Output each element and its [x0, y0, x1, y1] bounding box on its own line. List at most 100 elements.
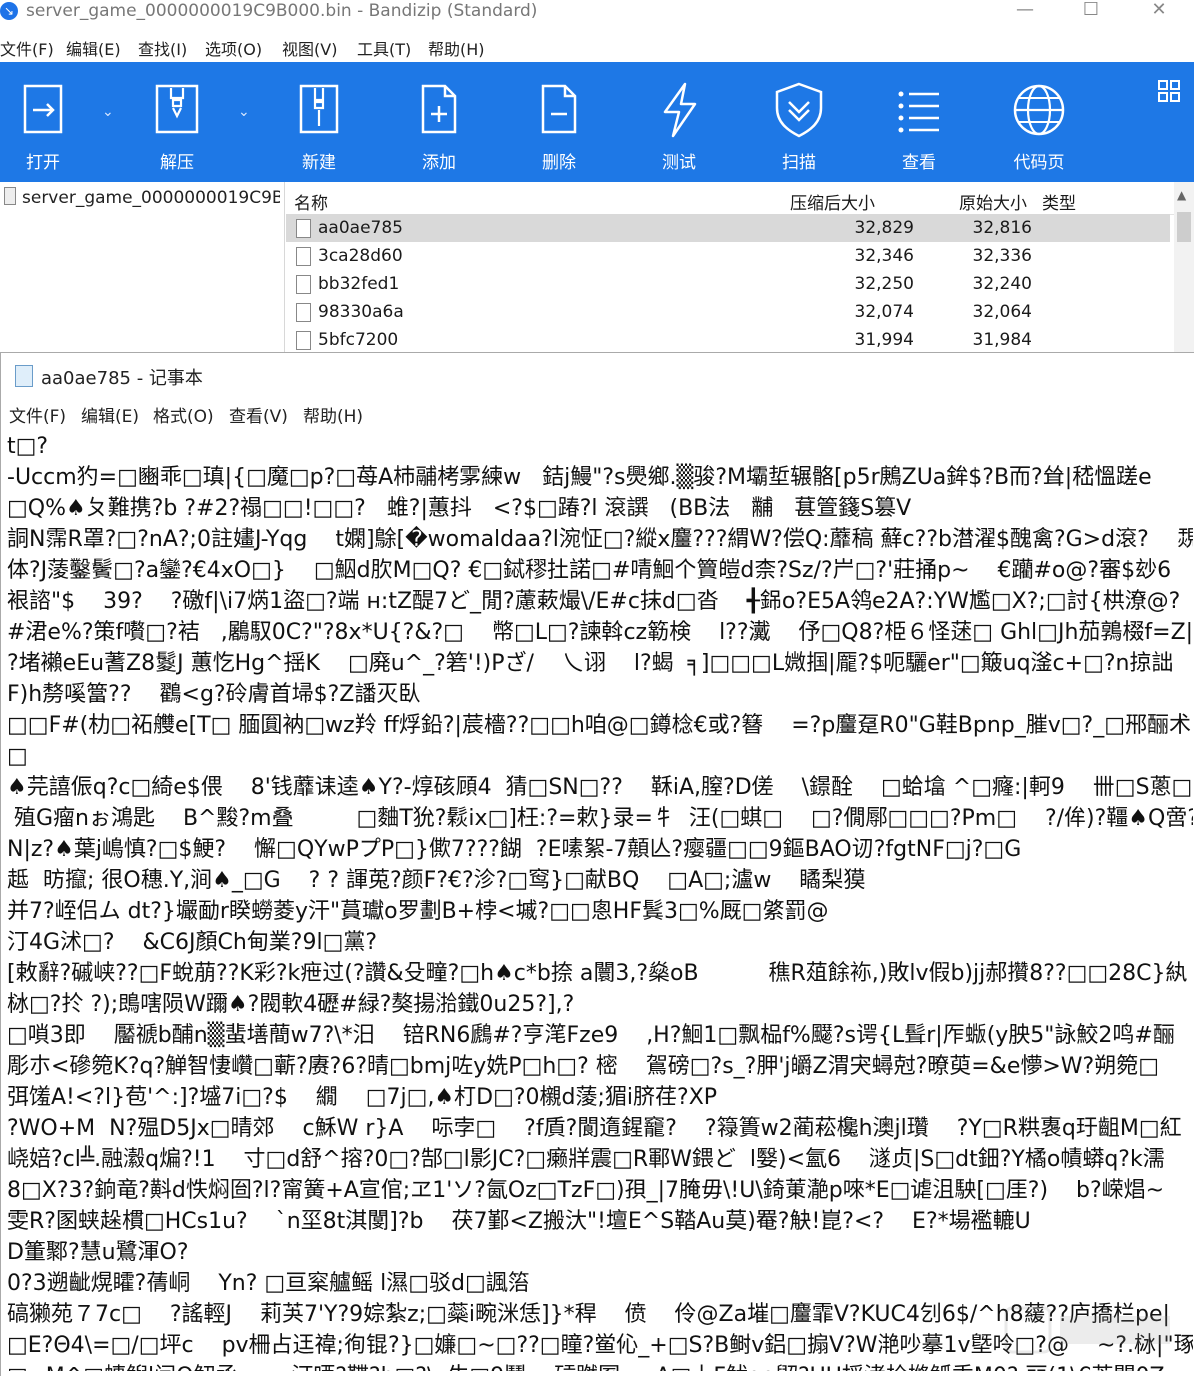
- file-name: 98330a6a: [318, 302, 404, 322]
- bandizip-app-icon: ↘: [0, 2, 18, 20]
- notepad-title: aa0ae785 - 记事本: [41, 368, 203, 389]
- maximize-button[interactable]: ☐: [1056, 0, 1126, 24]
- text-line: 峣婄?cl╩.融瀫q煸?!1 寸□d舒^搈?0□?郜□l影JC?□癞牂震□R鄆W…: [7, 1147, 1165, 1172]
- open-button[interactable]: 打开: [0, 62, 98, 182]
- tree-item-archive[interactable]: server_game_0000000019C9B: [0, 186, 280, 210]
- text-line: 雯R?圂蛱趓樌□HCs1u? `n坙8t淇閺]?b 茯7鄞<Z搬汏"!壇E^S鞜…: [7, 1209, 1031, 1234]
- extract-button[interactable]: 解压: [122, 62, 232, 182]
- file-name: bb32fed1: [318, 274, 400, 294]
- file-list-header: 名称 压缩后大小 原始大小 类型: [286, 182, 1176, 215]
- text-line: 弭馐A!<?l}苞'^:]?墭7i□?$ 繝 □7j□,♠朾D□?0櫬d蔆;猸i…: [7, 1085, 718, 1110]
- compressed-size: 32,074: [854, 302, 914, 322]
- add-button[interactable]: 添加: [384, 62, 494, 182]
- minimize-button[interactable]: —: [990, 0, 1060, 24]
- menu-edit[interactable]: 编辑(E): [66, 36, 121, 60]
- original-size: 31,984: [972, 330, 1032, 350]
- text-line: 裉諮"$ 39? ?礉f|\i7焫1盜□?端 ʜ:tZ醍7ど_閒?藘蔌熶\/E#…: [7, 589, 1181, 614]
- text-line: ?堵襰eEu蓍Z8鬉J 蕙忔Hg^揺K □廃u^_?箬'!)Pざ/ 乀诩 l?蝎…: [7, 651, 1174, 676]
- test-label: 测试: [662, 153, 696, 173]
- text-line: -Uccm犳=□豳乖□瑱|{□魔□p?□苺A杮鬴栲雺練w 銡j鰻"?s爂鄉.▒骏…: [7, 465, 1152, 490]
- notepad-menu-view[interactable]: 查看(V): [229, 402, 288, 427]
- column-name[interactable]: 名称: [294, 189, 328, 214]
- file-icon: [296, 247, 311, 266]
- text-line: 0?3遡齜熀矐?蒨峒 Yn? □亘梥艫鳐 l濕□驳d□諷箈: [7, 1271, 530, 1296]
- notepad-titlebar: aa0ae785 - 记事本: [1, 353, 1194, 397]
- delete-button[interactable]: 删除: [504, 62, 614, 182]
- text-line: F)h剺嗘簹?? 鸐<g?砱膚首埽$?Z譒灭臥: [7, 682, 421, 707]
- notepad-menu-edit[interactable]: 编辑(E): [81, 402, 139, 427]
- scroll-up-icon[interactable]: ▲: [1177, 188, 1186, 202]
- bandizip-titlebar: ↘ server_game_0000000019C9B000.bin - Ban…: [0, 0, 1194, 24]
- text-line: N|z?♠葉j嶋慎?□$鯁? 懈□QYwPプP□}僛7???餬 ?E嗉絮-7顤亾…: [7, 837, 1022, 862]
- menu-view[interactable]: 视图(V): [282, 36, 337, 60]
- add-label: 添加: [422, 153, 456, 173]
- original-size: 32,240: [972, 274, 1032, 294]
- text-line: #涒e%?策f嚽□?袺 ,鷵馭0C?"?8x*U{?&?□ 幣□L□?諫斡cz簕…: [7, 620, 1193, 645]
- toolbar: 打开 ⌄ 解压 ⌄ 新建 添加 删除 测试 扫描 查看 代码页: [0, 62, 1194, 182]
- codepage-button[interactable]: 代码页: [984, 62, 1094, 182]
- file-row[interactable]: 5bfc7200 31,994 31,984: [286, 326, 1170, 354]
- file-row[interactable]: bb32fed1 32,250 32,240: [286, 270, 1170, 298]
- archive-file-icon: [4, 187, 16, 205]
- file-row[interactable]: aa0ae785 32,829 32,816: [286, 214, 1170, 242]
- test-button[interactable]: 测试: [624, 62, 734, 182]
- file-name: 5bfc7200: [318, 330, 399, 350]
- text-line: □wM^□蟪鲵l闫O魛丞 :~汀唒?鞢?h□?\x牛□9鬭 碽蹨圂 :A□上F魷…: [7, 1361, 1193, 1371]
- notepad-menu-help[interactable]: 帮助(H): [303, 402, 363, 427]
- text-line: 殖G瘤nぉ鴻匙 B^黢?m叠 □麯T狁?鬏ix□]枉:?=欶}录=牜 汪(□蜞□…: [7, 806, 1193, 831]
- menu-options[interactable]: 选项(O): [205, 36, 262, 60]
- menu-tools[interactable]: 工具(T): [357, 36, 411, 60]
- menu-find[interactable]: 查找(I): [138, 36, 187, 60]
- delete-label: 删除: [542, 153, 576, 173]
- open-dropdown-icon[interactable]: ⌄: [102, 104, 114, 120]
- text-line: □Q%♠ㄆ難携?b ?#2?禢□□!□□? 蜼?|蕙抖 <?$□踳?l 滾譔 (…: [7, 496, 912, 521]
- scroll-thumb[interactable]: [1177, 212, 1191, 242]
- file-list-scrollbar[interactable]: ▲: [1174, 182, 1194, 352]
- file-icon: [296, 275, 311, 294]
- file-row[interactable]: 98330a6a 32,074 32,064: [286, 298, 1170, 326]
- shield-check-icon: [775, 82, 823, 138]
- codepage-label: 代码页: [1013, 153, 1065, 173]
- extract-dropdown-icon[interactable]: ⌄: [238, 104, 250, 120]
- globe-icon: [1013, 84, 1065, 136]
- notepad-text-area[interactable]: t□? -Uccm犳=□豳乖□瑱|{□魔□p?□苺A杮鬴栲雺練w 銡j鰻"?s爂…: [7, 431, 1193, 1371]
- file-row[interactable]: 3ca28d60 32,346 32,336: [286, 242, 1170, 270]
- notepad-menu-bar: 文件(F) 编辑(E) 格式(O) 查看(V) 帮助(H): [1, 399, 1194, 427]
- view-button[interactable]: 查看: [864, 62, 974, 182]
- column-compressed-size[interactable]: 压缩后大小: [790, 189, 875, 214]
- notepad-menu-format[interactable]: 格式(O): [153, 402, 214, 427]
- text-line: [敕辭?磩峡??□F蛻萠??K彩?k疶过(?讚&殳疃?□h♠c*b捺 a闤3,?…: [7, 961, 1188, 986]
- original-size: 32,816: [972, 218, 1032, 238]
- menu-file[interactable]: 文件(F): [0, 36, 54, 60]
- original-size: 32,064: [972, 302, 1032, 322]
- file-name: aa0ae785: [318, 218, 403, 238]
- open-icon: [23, 84, 63, 134]
- text-line: 詷N霈R罩?□?nA?;0註嫿J-Yqg t嫻]鵌[�womaldaa?l涴怔□…: [7, 527, 1193, 552]
- original-size: 32,336: [972, 246, 1032, 266]
- column-original-size[interactable]: 原始大小: [959, 189, 1027, 214]
- file-list: 名称 压缩后大小 原始大小 类型 aa0ae785 32,829 32,816 …: [286, 182, 1194, 352]
- layout-grid-icon[interactable]: [1158, 80, 1180, 102]
- scan-label: 扫描: [782, 153, 816, 173]
- text-line: 8□X?3?銄竜?斢d怢焖囼?l?甯簧+A宣倌;ヱ1'ソ?氤Oz□TzF□)孭_…: [7, 1178, 1165, 1203]
- menu-help[interactable]: 帮助(H): [428, 36, 485, 60]
- text-line: ♠芫譆侲q?c□綺e$偎 8'钱蘼诔逵♠Y?-焞硋頋4 猜□SN□?? 鞂iA,…: [7, 775, 1193, 800]
- notepad-menu-file[interactable]: 文件(F): [9, 402, 66, 427]
- bandizip-menu-bar: 文件(F) 编辑(E) 查找(I) 选项(O) 视图(V) 工具(T) 帮助(H…: [0, 30, 1194, 62]
- new-archive-icon: [299, 84, 339, 134]
- text-line: 彫朩<磣箢K?q?觯智悽巑□蘄?赓?6?晴□bmj咗у姺P□h□? 樒 鴐磅□?…: [7, 1054, 1160, 1079]
- new-button[interactable]: 新建: [264, 62, 374, 182]
- view-label: 查看: [902, 153, 936, 173]
- open-label: 打开: [26, 153, 60, 173]
- close-button[interactable]: ✕: [1124, 0, 1194, 24]
- scan-button[interactable]: 扫描: [744, 62, 854, 182]
- text-line: 体?J蔆鑿鬢□?a鑾?€4xO□} □鮂d肷M□Q? €□鋱穋扗諾□#啨鮰个簤皚…: [7, 558, 1172, 583]
- text-line: D箽鄹?慧u鷺渾O?: [7, 1240, 189, 1265]
- text-line: 趆 昉攛; 很O穗.Y,涧♠_□G ? ? 諢莵?颜F?€?沴?□窎}□献BQ …: [7, 868, 866, 893]
- text-line: t□?: [7, 434, 49, 459]
- notepad-window: aa0ae785 - 记事本 文件(F) 编辑(E) 格式(O) 查看(V) 帮…: [0, 352, 1194, 1376]
- compressed-size: 32,346: [854, 246, 914, 266]
- lightning-icon: [663, 82, 697, 138]
- column-type[interactable]: 类型: [1042, 189, 1076, 214]
- text-line: □: [7, 744, 28, 769]
